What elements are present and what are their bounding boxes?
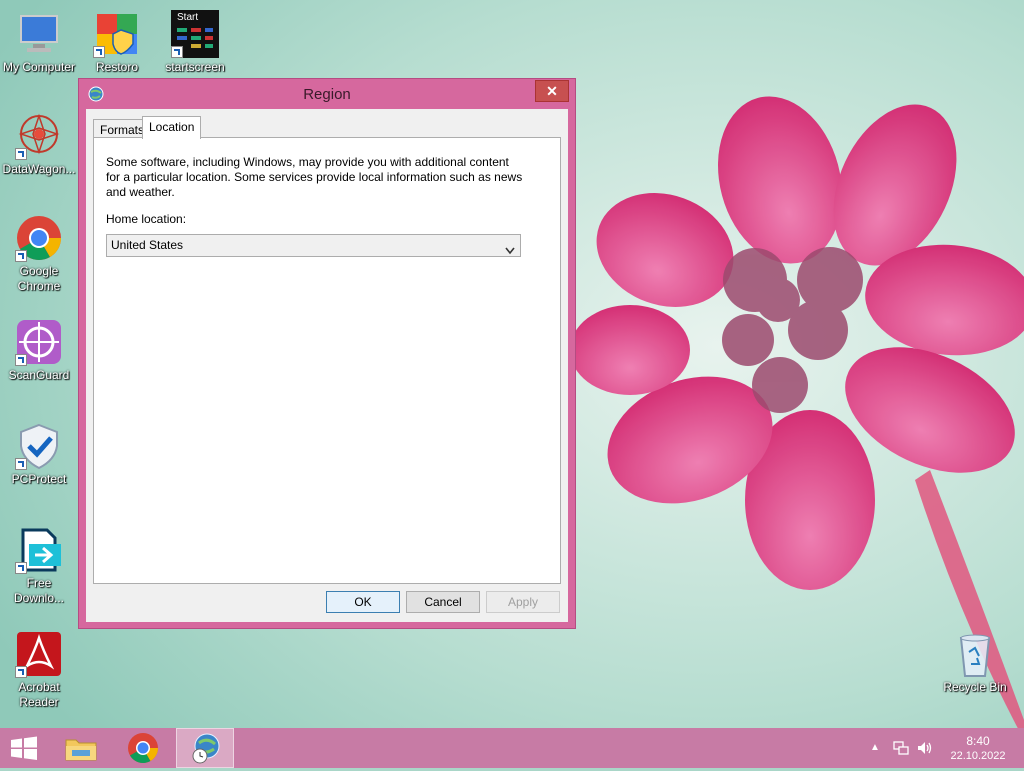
window-title: Region: [303, 86, 351, 103]
shortcut-arrow-icon: [15, 458, 27, 470]
desktop-icon-label: Recycle Bin: [943, 680, 1007, 694]
shortcut-arrow-icon: [15, 148, 27, 160]
desktop-icon-label: Google Chrome: [17, 264, 61, 293]
taskbar-chrome[interactable]: [118, 728, 168, 768]
desktop-icon-label: PCProtect: [11, 472, 67, 486]
show-hidden-icons-button[interactable]: ▲: [870, 742, 880, 753]
desktop-icon-scanguard[interactable]: ScanGuard: [0, 318, 78, 383]
datawagon-icon: [15, 112, 63, 160]
region-dialog: Region ✕ Formats Location Some software,…: [78, 78, 576, 629]
chrome-icon: [15, 214, 63, 262]
desktop-icon-google-chrome[interactable]: Google Chrome: [0, 214, 78, 294]
taskbar-file-explorer[interactable]: [58, 728, 104, 768]
tab-location[interactable]: Location: [142, 116, 202, 139]
folder-icon: [65, 739, 97, 761]
desktop-icon-label: startscreen: [165, 60, 225, 74]
shortcut-arrow-icon: [15, 666, 27, 678]
computer-icon: [15, 10, 63, 58]
shortcut-arrow-icon: [15, 354, 27, 366]
shortcut-arrow-icon: [15, 562, 27, 574]
shortcut-arrow-icon: [15, 250, 27, 262]
desktop-icon-datawagon[interactable]: DataWagon...: [0, 112, 78, 177]
start-button[interactable]: [0, 728, 48, 768]
desktop-icon-acrobat-reader[interactable]: Acrobat Reader: [0, 630, 78, 710]
shortcut-arrow-icon: [93, 46, 105, 58]
clock-date[interactable]: 22.10.2022: [946, 750, 1010, 762]
download-icon: [15, 526, 63, 574]
chrome-icon: [128, 733, 158, 764]
desktop-icon-label: DataWagon...: [2, 162, 76, 176]
home-location-dropdown[interactable]: United States: [106, 234, 521, 257]
dialog-client-area: Formats Location Some software, includin…: [86, 109, 568, 622]
cancel-button[interactable]: Cancel: [406, 591, 480, 613]
desktop-icon-label: Restoro: [95, 60, 139, 74]
home-location-value: United States: [111, 238, 184, 252]
shortcut-arrow-icon: [171, 46, 183, 58]
desktop-icon-my-computer[interactable]: My Computer: [0, 10, 78, 75]
desktop-icon-label: My Computer: [2, 60, 76, 74]
desktop-icon-startscreen[interactable]: Start startscreen: [156, 10, 234, 75]
scanguard-icon: [15, 318, 63, 366]
recycle-bin-icon: [951, 630, 999, 678]
network-icon[interactable]: [893, 740, 909, 756]
windows-logo-icon: [11, 736, 37, 760]
close-button[interactable]: ✕: [535, 80, 569, 102]
desktop-icon-restoro[interactable]: Restoro: [78, 10, 156, 75]
desktop-icon-label: Acrobat Reader: [18, 680, 60, 709]
desktop-icon-label: ScanGuard: [8, 368, 70, 382]
location-description: Some software, including Windows, may pr…: [106, 155, 523, 199]
location-tab-panel: Some software, including Windows, may pr…: [93, 137, 561, 584]
chevron-down-icon: [505, 241, 515, 262]
desktop-icon-label: Free Downlo...: [13, 576, 65, 605]
taskbar: ▲ 8:40 22.10.2022: [0, 728, 1024, 768]
shield-check-icon: [15, 422, 63, 470]
desktop-icon-free-download[interactable]: Free Downlo...: [0, 526, 78, 606]
restoro-icon: [93, 10, 141, 58]
taskbar-region-app[interactable]: [176, 728, 234, 768]
ok-button[interactable]: OK: [326, 591, 400, 613]
globe-clock-icon: [192, 733, 220, 764]
clock-time[interactable]: 8:40: [950, 734, 1006, 748]
home-location-label: Home location:: [106, 212, 187, 226]
desktop-icon-recycle-bin[interactable]: Recycle Bin: [936, 630, 1014, 695]
apply-button[interactable]: Apply: [486, 591, 560, 613]
volume-icon[interactable]: [916, 740, 934, 756]
desktop-icon-pcprotect[interactable]: PCProtect: [0, 422, 78, 487]
title-bar[interactable]: Region ✕: [79, 79, 575, 109]
startscreen-icon: Start: [171, 10, 219, 58]
acrobat-icon: [15, 630, 63, 678]
